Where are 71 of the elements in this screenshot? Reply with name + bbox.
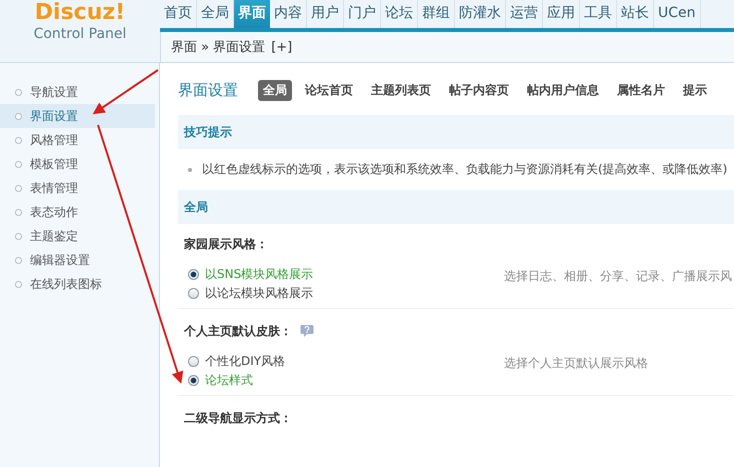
sidebar-item[interactable]: 主题鉴定 — [0, 224, 155, 248]
bullet-icon — [188, 168, 192, 172]
sub-tab[interactable]: 属性名片 — [612, 80, 670, 100]
radio-icon[interactable] — [188, 269, 199, 280]
sidebar-item[interactable]: 风格管理 — [0, 128, 155, 152]
radio-icon[interactable] — [188, 356, 199, 367]
sub-tab[interactable]: 帖内用户信息 — [522, 80, 604, 100]
nav-tab[interactable]: 工具 — [580, 0, 617, 28]
bullet-icon — [15, 136, 22, 144]
sidebar-item-label: 主题鉴定 — [30, 228, 78, 244]
nav-tab[interactable]: 内容 — [270, 0, 307, 28]
sub-tab[interactable]: 提示 — [678, 80, 712, 100]
radio-icon[interactable] — [188, 375, 199, 386]
sidebar-item[interactable]: 表态动作 — [0, 200, 155, 224]
nav-tab[interactable]: 首页 — [160, 0, 197, 28]
sub-tab[interactable]: 全局 — [258, 80, 292, 100]
nav-tab[interactable]: 群组 — [418, 0, 455, 28]
sub-tab[interactable]: 帖子内容页 — [444, 80, 514, 100]
help-icon[interactable] — [300, 324, 314, 338]
sidebar-item-label: 风格管理 — [30, 132, 78, 148]
bullet-icon — [15, 160, 22, 168]
setting-label: 个人主页默认皮肤： — [184, 322, 292, 340]
nav-tab[interactable]: 门户 — [344, 0, 381, 28]
tip-text: 以红色虚线标示的选项，表示该选项和系统效率、负载能力与资源消耗有关(提高效率、或降低效率) — [202, 161, 728, 178]
bullet-icon — [15, 256, 22, 264]
page-title: 界面设置 — [178, 80, 238, 100]
bullet-icon — [15, 112, 22, 120]
add-shortcut-link[interactable]: [+] — [271, 40, 292, 54]
logo-title: Discuz! — [34, 0, 126, 26]
radio-option[interactable]: 以SNS模块风格展示 — [188, 266, 504, 283]
nav-tab[interactable]: 论坛 — [381, 0, 418, 28]
bullet-icon — [15, 280, 22, 288]
sidebar-item-label: 表态动作 — [30, 204, 78, 220]
sidebar-item-label: 模板管理 — [30, 156, 78, 172]
setting-description: 选择个人主页默认展示风格 — [504, 355, 649, 372]
radio-option[interactable]: 个性化DIY风格 — [188, 353, 504, 370]
breadcrumb: 界面 » 界面设置 — [171, 39, 266, 56]
radio-option[interactable]: 以论坛模块风格展示 — [188, 285, 504, 302]
sidebar-item[interactable]: 在线列表图标 — [0, 272, 155, 296]
sidebar-item-label: 在线列表图标 — [30, 276, 102, 292]
section-header: 技巧提示 — [178, 115, 734, 149]
sidebar-item[interactable]: 编辑器设置 — [0, 248, 155, 272]
nav-tab[interactable]: 界面 — [234, 0, 270, 28]
sub-tab[interactable]: 主题列表页 — [366, 80, 436, 100]
sidebar-item-label: 界面设置 — [30, 108, 78, 124]
nav-tab[interactable]: 运营 — [506, 0, 543, 28]
sidebar-item-label: 导航设置 — [30, 84, 78, 100]
annotation-arrow — [92, 69, 159, 114]
setting-description: 选择日志、相册、分享、记录、广播展示风 — [504, 268, 733, 285]
bullet-icon — [15, 208, 22, 216]
radio-option[interactable]: 论坛样式 — [188, 372, 504, 389]
nav-tab[interactable]: 防灌水 — [455, 0, 506, 28]
sidebar-item[interactable]: 界面设置 — [0, 104, 155, 128]
setting-label: 家园展示风格： — [184, 236, 268, 252]
bullet-icon — [15, 232, 22, 240]
sidebar-item-label: 编辑器设置 — [30, 252, 90, 268]
nav-tab[interactable]: UCen — [654, 0, 701, 28]
section-header: 全局 — [178, 190, 734, 224]
bullet-icon — [15, 88, 22, 96]
sidebar-item[interactable]: 表情管理 — [0, 176, 155, 200]
sub-tab[interactable]: 论坛首页 — [300, 80, 358, 100]
sidebar-item[interactable]: 模板管理 — [0, 152, 155, 176]
sidebar-item-label: 表情管理 — [30, 180, 78, 196]
setting-label: 二级导航显示方式： — [184, 410, 292, 426]
nav-tab[interactable]: 用户 — [307, 0, 344, 28]
sidebar-item[interactable]: 导航设置 — [0, 80, 155, 104]
radio-icon[interactable] — [188, 288, 199, 299]
nav-tab[interactable]: 应用 — [543, 0, 580, 28]
nav-tab[interactable]: 站长 — [617, 0, 654, 28]
logo-subtitle: Control Panel — [34, 26, 126, 42]
bullet-icon — [15, 184, 22, 192]
